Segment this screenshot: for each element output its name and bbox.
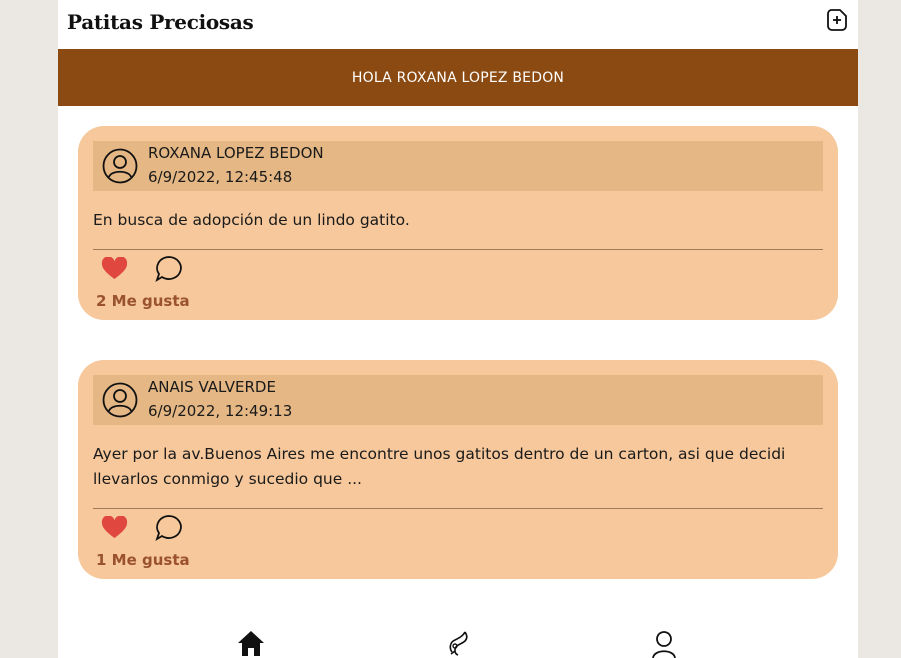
post-text: Ayer por la av.Buenos Aires me encontre … [93,445,786,488]
greeting-text: HOLA ROXANA LOPEZ BEDON [351,69,565,86]
new-post-icon[interactable] [826,8,848,32]
app-frame: Patitas Preciosas HOLA ROXANA LOPEZ BEDO… [58,0,858,658]
post-author[interactable]: ROXANA LOPEZ BEDON [148,144,324,162]
likes-count: 2 Me gusta [96,292,190,310]
heart-icon[interactable] [101,256,128,281]
user-icon[interactable] [649,628,679,658]
post-author[interactable]: ANAIS VALVERDE [148,378,276,396]
bottom-nav [58,620,858,658]
post-actions [93,250,823,284]
greeting-banner: HOLA ROXANA LOPEZ BEDON [58,49,858,106]
post-header: ANAIS VALVERDE 6/9/2022, 12:49:13 [93,375,823,425]
avatar-icon [102,382,138,418]
comment-icon[interactable] [155,255,183,283]
avatar-icon [102,148,138,184]
pet-icon[interactable] [443,628,473,658]
top-bar: Patitas Preciosas [58,0,858,49]
heart-icon[interactable] [101,515,128,540]
post-actions [93,509,823,543]
post-timestamp: 6/9/2022, 12:45:48 [148,168,293,186]
post-header: ROXANA LOPEZ BEDON 6/9/2022, 12:45:48 [93,141,823,191]
post-card: ROXANA LOPEZ BEDON 6/9/2022, 12:45:48 En… [78,126,838,320]
home-icon[interactable] [236,628,266,658]
likes-count: 1 Me gusta [96,551,190,569]
post-feed: ROXANA LOPEZ BEDON 6/9/2022, 12:45:48 En… [58,106,858,579]
comment-icon[interactable] [155,514,183,542]
logo[interactable]: Patitas Preciosas [67,10,254,34]
post-text: En busca de adopción de un lindo gatito. [93,211,410,229]
post-timestamp: 6/9/2022, 12:49:13 [148,402,293,420]
post-card: ANAIS VALVERDE 6/9/2022, 12:49:13 Ayer p… [78,360,838,579]
